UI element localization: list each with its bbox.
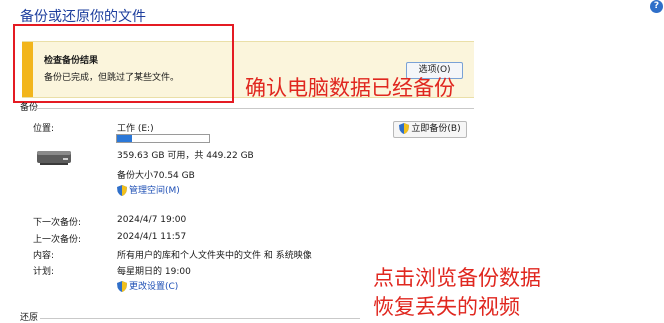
shield-icon: [399, 123, 410, 134]
disk-usage-fill: [117, 135, 132, 142]
restore-section-label: 还原: [20, 313, 39, 323]
schedule-label: 计划:: [33, 267, 55, 277]
backup-section-divider: [34, 108, 474, 109]
annotation-confirm-backup: 确认电脑数据已经备份: [245, 76, 455, 100]
last-backup-label: 上一次备份:: [33, 235, 82, 245]
shield-icon: [117, 185, 127, 196]
next-backup-label: 下一次备份:: [33, 218, 82, 228]
free-space-text: 359.63 GB 可用，共 449.22 GB: [117, 151, 254, 161]
contents-value: 所有用户的库和个人文件夹中的文件 和 系统映像: [117, 251, 312, 261]
location-value: 工作 (E:): [117, 124, 154, 134]
annotation-browse-backup: 点击浏览备份数据: [373, 266, 541, 290]
backup-now-label[interactable]: 立即备份(B): [411, 124, 460, 134]
backup-section-label: 备份: [20, 103, 39, 113]
location-label: 位置:: [33, 124, 55, 134]
change-settings-label[interactable]: 更改设置(C): [129, 282, 178, 292]
next-backup-value: 2024/4/7 19:00: [117, 215, 187, 225]
contents-label: 内容:: [33, 251, 55, 261]
backup-now-button[interactable]: 立即备份(B): [393, 121, 467, 138]
backup-size-text: 备份大小70.54 GB: [117, 171, 195, 181]
annotation-restore-video: 恢复丢失的视频: [373, 295, 520, 319]
highlight-frame: [13, 24, 234, 103]
shield-icon: [117, 281, 127, 292]
last-backup-value: 2024/4/1 11:57: [117, 232, 187, 242]
schedule-value: 每星期日的 19:00: [117, 267, 191, 277]
disk-usage-bar: [116, 134, 210, 143]
change-settings-link[interactable]: 更改设置(C): [117, 279, 178, 292]
manage-space-link[interactable]: 管理空间(M): [117, 183, 180, 196]
page-title: 备份或还原你的文件: [20, 9, 146, 25]
manage-space-label[interactable]: 管理空间(M): [129, 186, 180, 196]
drive-icon: [37, 151, 71, 165]
help-icon[interactable]: ?: [650, 0, 663, 13]
restore-section-divider: [40, 318, 360, 319]
